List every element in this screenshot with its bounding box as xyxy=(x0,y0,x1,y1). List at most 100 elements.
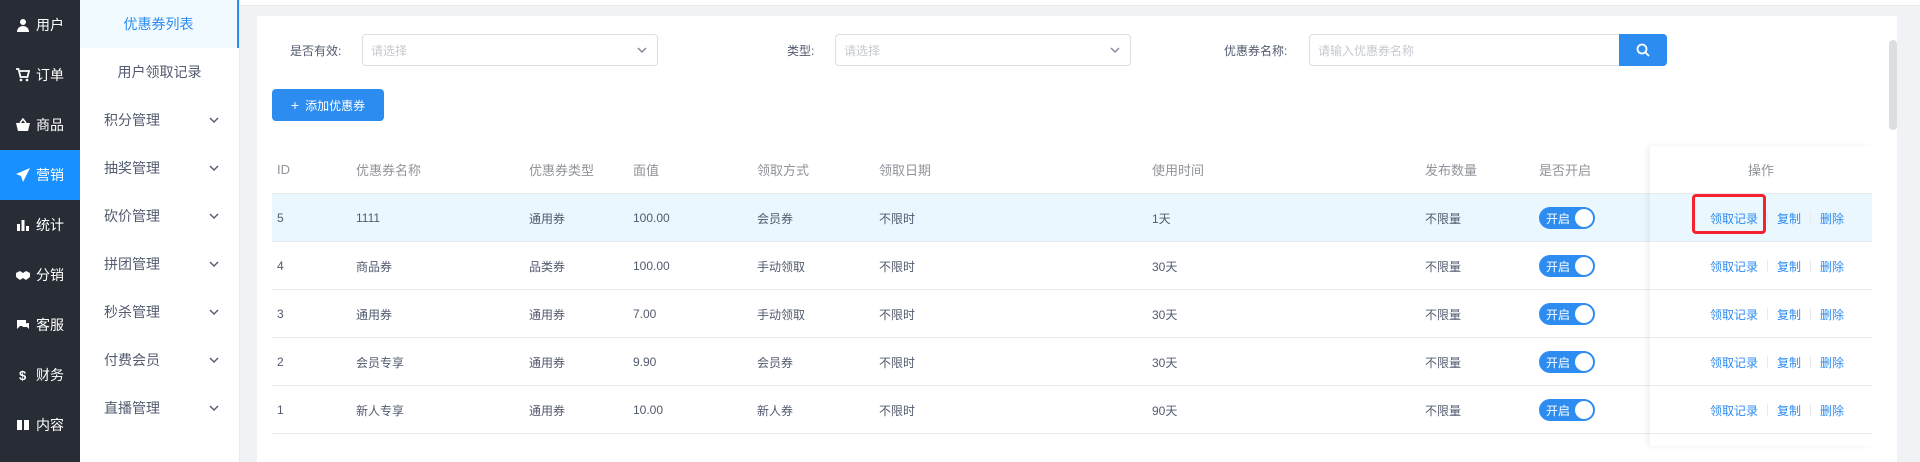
cell-actions: 领取记录 复制 删除 xyxy=(1710,194,1844,242)
cell-qty: 不限量 xyxy=(1425,211,1462,226)
add-coupon-button[interactable]: + 添加优惠券 xyxy=(272,89,384,121)
cell-name: 会员专享 xyxy=(356,355,405,370)
submenu-label: 用户领取记录 xyxy=(117,64,202,80)
cell-method: 手动领取 xyxy=(757,259,806,274)
nav-item-finance[interactable]: $ 财务 xyxy=(0,350,80,400)
valid-select[interactable]: 请选择 xyxy=(362,34,658,66)
cell-id: 3 xyxy=(277,307,284,321)
nav-item-stats[interactable]: 统计 xyxy=(0,200,80,250)
submenu-group-membership[interactable]: 付费会员 xyxy=(80,336,239,384)
type-select[interactable]: 请选择 xyxy=(835,34,1131,66)
nav-item-user[interactable]: 用户 xyxy=(0,0,80,50)
cell-actions: 领取记录 复制 删除 xyxy=(1710,338,1844,386)
submenu-group-lottery[interactable]: 抽奖管理 xyxy=(80,144,239,192)
nav-item-product[interactable]: 商品 xyxy=(0,100,80,150)
nav-item-order[interactable]: 订单 xyxy=(0,50,80,100)
claim-records-link[interactable]: 领取记录 xyxy=(1710,258,1758,275)
col-value: 面值 xyxy=(633,163,660,178)
delete-link[interactable]: 删除 xyxy=(1820,258,1844,275)
cell-id: 1 xyxy=(277,403,284,417)
submenu-group-points[interactable]: 积分管理 xyxy=(80,96,239,144)
chevron-down-icon xyxy=(209,117,219,123)
cell-value: 100.00 xyxy=(633,259,670,273)
action-divider xyxy=(1810,308,1812,320)
switch-knob xyxy=(1575,305,1593,323)
delete-link[interactable]: 删除 xyxy=(1820,354,1844,371)
switch-label: 开启 xyxy=(1546,403,1571,418)
nav-item-service[interactable]: 客服 xyxy=(0,300,80,350)
table-row: 1 新人专享 通用券 10.00 新人券 不限时 90天 不限量 开启 领取记录 复制 删除 xyxy=(272,386,1872,434)
nav-label: 用户 xyxy=(36,17,64,33)
chevron-down-icon xyxy=(209,357,219,363)
delete-link[interactable]: 删除 xyxy=(1820,402,1844,419)
input-placeholder: 请输入优惠券名称 xyxy=(1318,43,1415,58)
action-divider xyxy=(1810,404,1812,416)
col-type: 优惠券类型 xyxy=(529,163,595,178)
dollar-icon: $ xyxy=(16,368,30,382)
cell-enabled: 开启 xyxy=(1539,242,1595,290)
send-icon xyxy=(16,168,30,182)
copy-link[interactable]: 复制 xyxy=(1777,210,1801,227)
cell-method: 会员券 xyxy=(757,355,794,370)
copy-link[interactable]: 复制 xyxy=(1777,258,1801,275)
action-divider xyxy=(1810,260,1812,272)
enabled-switch[interactable]: 开启 xyxy=(1539,303,1595,325)
claim-records-link[interactable]: 领取记录 xyxy=(1710,402,1758,419)
coupon-table: ID 优惠券名称 优惠券类型 面值 领取方式 领取日期 使用时间 发布数量 是否… xyxy=(272,146,1872,434)
nav-label: 订单 xyxy=(36,67,64,83)
col-name: 优惠券名称 xyxy=(356,163,422,178)
add-coupon-label: 添加优惠券 xyxy=(305,98,366,113)
coupon-card: 是否有效: 请选择 类型: 请选择 优惠券名称: 请输入优惠券名称 + 添加优惠… xyxy=(257,16,1897,462)
nav-item-distribution[interactable]: 分销 xyxy=(0,250,80,300)
cell-type: 通用券 xyxy=(529,307,566,322)
nav-item-marketing[interactable]: 营销 xyxy=(0,150,80,200)
chevron-down-icon xyxy=(209,309,219,315)
copy-link[interactable]: 复制 xyxy=(1777,402,1801,419)
action-divider xyxy=(1810,356,1812,368)
submenu-claim-records[interactable]: 用户领取记录 xyxy=(80,48,239,96)
nav-label: 统计 xyxy=(36,217,64,233)
basket-icon xyxy=(16,118,30,132)
enabled-switch[interactable]: 开启 xyxy=(1539,207,1595,229)
cell-actions: 领取记录 复制 删除 xyxy=(1710,386,1844,434)
coupon-name-input[interactable]: 请输入优惠券名称 xyxy=(1309,34,1621,66)
copy-link[interactable]: 复制 xyxy=(1777,306,1801,323)
chevron-down-icon xyxy=(209,405,219,411)
table-row: 2 会员专享 通用券 9.90 会员券 不限时 30天 不限量 开启 领取记录 复制 删除 xyxy=(272,338,1872,386)
action-divider xyxy=(1767,212,1769,224)
copy-link[interactable]: 复制 xyxy=(1777,354,1801,371)
cell-actions: 领取记录 复制 删除 xyxy=(1710,242,1844,290)
chevron-down-icon xyxy=(209,261,219,267)
cell-qty: 不限量 xyxy=(1425,307,1462,322)
claim-records-link[interactable]: 领取记录 xyxy=(1710,354,1758,371)
switch-knob xyxy=(1575,257,1593,275)
content-header-bar xyxy=(240,0,1920,6)
col-qty: 发布数量 xyxy=(1425,163,1478,178)
plus-icon: + xyxy=(290,97,300,113)
delete-link[interactable]: 删除 xyxy=(1820,210,1844,227)
nav-label: 财务 xyxy=(36,367,64,383)
nav-item-content[interactable]: 内容 xyxy=(0,400,80,450)
enabled-switch[interactable]: 开启 xyxy=(1539,351,1595,373)
search-button[interactable] xyxy=(1619,34,1667,66)
cell-qty: 不限量 xyxy=(1425,403,1462,418)
scrollbar[interactable] xyxy=(1889,40,1897,130)
submenu-group-groupbuy[interactable]: 拼团管理 xyxy=(80,240,239,288)
enabled-switch[interactable]: 开启 xyxy=(1539,399,1595,421)
col-actions: 操作 xyxy=(1748,163,1775,178)
cell-value: 9.90 xyxy=(633,355,657,369)
delete-link[interactable]: 删除 xyxy=(1820,306,1844,323)
submenu-coupon-list[interactable]: 优惠券列表 xyxy=(80,0,239,48)
submenu-group-label: 秒杀管理 xyxy=(104,304,160,320)
table-body: 5 1111 通用券 100.00 会员券 不限时 1天 不限量 开启 领取记录 复制 删除 4 商品券品… xyxy=(272,194,1872,434)
cell-name: 通用券 xyxy=(356,307,393,322)
cell-actions: 领取记录 复制 删除 xyxy=(1710,290,1844,338)
enabled-switch[interactable]: 开启 xyxy=(1539,255,1595,277)
claim-records-link[interactable]: 领取记录 xyxy=(1710,210,1758,227)
cell-date: 不限时 xyxy=(879,211,916,226)
submenu-group-bargain[interactable]: 砍价管理 xyxy=(80,192,239,240)
submenu-group-live[interactable]: 直播管理 xyxy=(80,384,239,432)
claim-records-link[interactable]: 领取记录 xyxy=(1710,306,1758,323)
cell-time: 1天 xyxy=(1152,211,1171,226)
submenu-group-seckill[interactable]: 秒杀管理 xyxy=(80,288,239,336)
